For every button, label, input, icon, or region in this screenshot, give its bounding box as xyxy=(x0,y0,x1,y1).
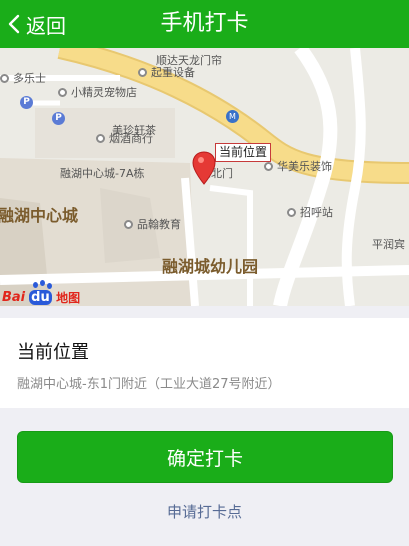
poi-zhaoxinzhan: 招呼站 xyxy=(287,206,333,220)
parking-badge-2: P xyxy=(52,110,65,125)
poi-yanjiu: 烟酒商行 xyxy=(96,132,153,146)
parking-badge: P xyxy=(20,94,33,109)
confirm-checkin-button[interactable]: 确定打卡 xyxy=(17,431,393,483)
location-panel: 当前位置 融湖中心城-东1门附近（工业大道27号附近） xyxy=(0,318,409,408)
poi-kindergarten: 融湖城幼儿园 xyxy=(162,257,259,276)
poi-dot-icon xyxy=(138,68,147,77)
poi-pingrun: 平润宾 xyxy=(372,238,405,251)
chevron-left-icon xyxy=(8,14,20,34)
map-pin-icon xyxy=(192,151,216,185)
poi-duolezhi: 多乐士 xyxy=(0,72,46,86)
poi-dot-icon xyxy=(287,208,296,217)
map-view[interactable]: 多乐士 顺达天龙门帘 起重设备 P 小精灵宠物店 P M 美珍轩茶 烟酒商行 融… xyxy=(0,48,409,306)
parking-icon: P xyxy=(20,96,33,109)
back-button[interactable]: 返回 xyxy=(6,0,66,48)
poi-qichong: 起重设备 xyxy=(138,66,195,80)
poi-pet: 小精灵宠物店 xyxy=(58,86,137,100)
baidu-map-logo: Bai du 地图 xyxy=(2,279,80,306)
poi-pinhan: 品翰教育 xyxy=(124,218,181,232)
metro-badge: M xyxy=(226,109,239,123)
top-bar: 返回 手机打卡 xyxy=(0,0,409,48)
metro-icon: M xyxy=(226,110,239,123)
back-label: 返回 xyxy=(26,13,66,38)
poi-rongcenter: 融湖中心城 xyxy=(0,206,79,225)
location-address: 融湖中心城-东1门附近（工业大道27号附近） xyxy=(17,377,281,392)
poi-dot-icon xyxy=(264,162,273,171)
current-location-label: 当前位置 xyxy=(215,143,272,162)
poi-dot-icon xyxy=(96,134,105,143)
apply-checkin-point-link[interactable]: 申请打卡点 xyxy=(0,501,409,522)
parking-icon: P xyxy=(52,112,65,125)
poi-huamei: 华美乐装饰 xyxy=(264,160,332,174)
location-title: 当前位置 xyxy=(17,342,89,363)
poi-dot-icon xyxy=(0,74,9,83)
poi-dot-icon xyxy=(124,220,133,229)
poi-rongcenter7a: 融湖中心城-7A栋 xyxy=(60,167,145,180)
paw-icon xyxy=(58,88,67,97)
baidu-paw-icon: du xyxy=(25,279,55,306)
